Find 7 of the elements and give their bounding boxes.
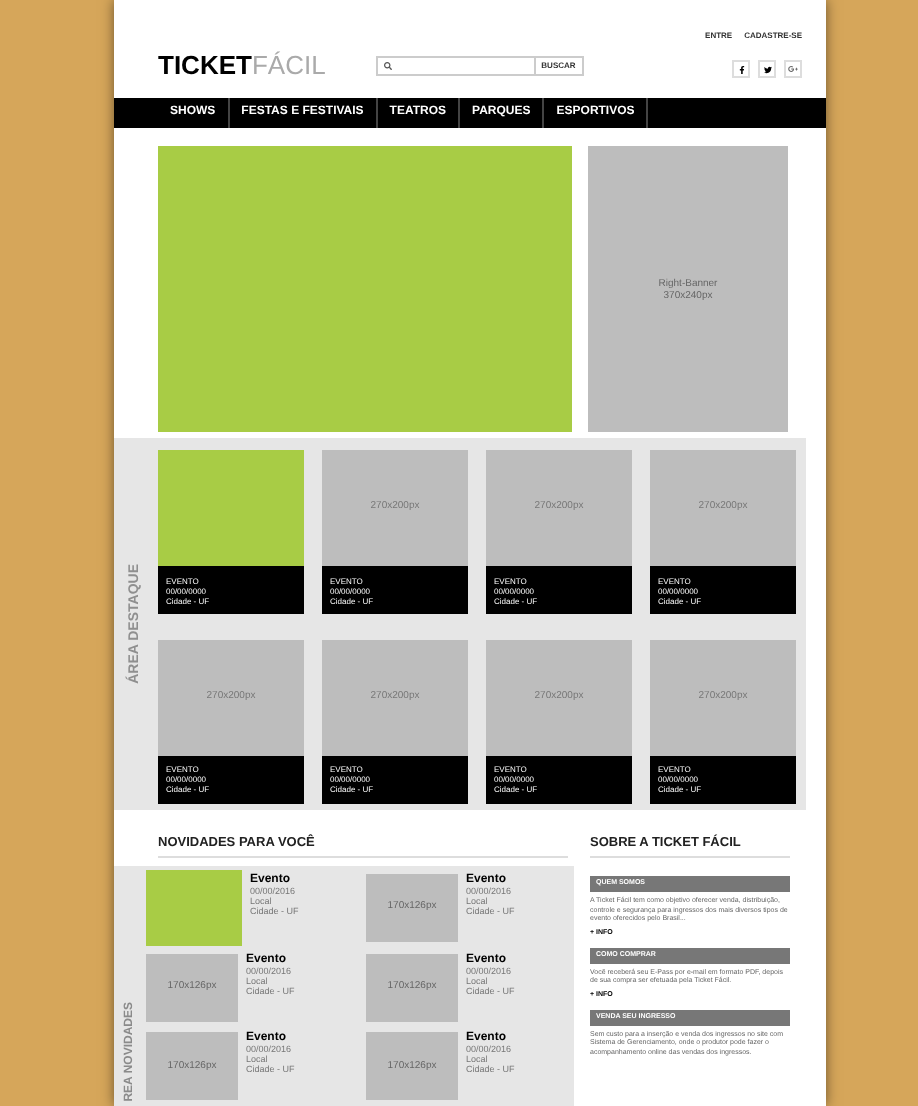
- google-plus-icon[interactable]: [784, 60, 802, 78]
- logo-word: TICKET: [158, 52, 252, 78]
- facebook-icon[interactable]: [732, 60, 750, 78]
- bird-icon[interactable]: [758, 60, 776, 78]
- image-placeholder: [146, 870, 242, 946]
- search-icon: [383, 62, 392, 70]
- logo-word: FÁCIL: [251, 52, 326, 78]
